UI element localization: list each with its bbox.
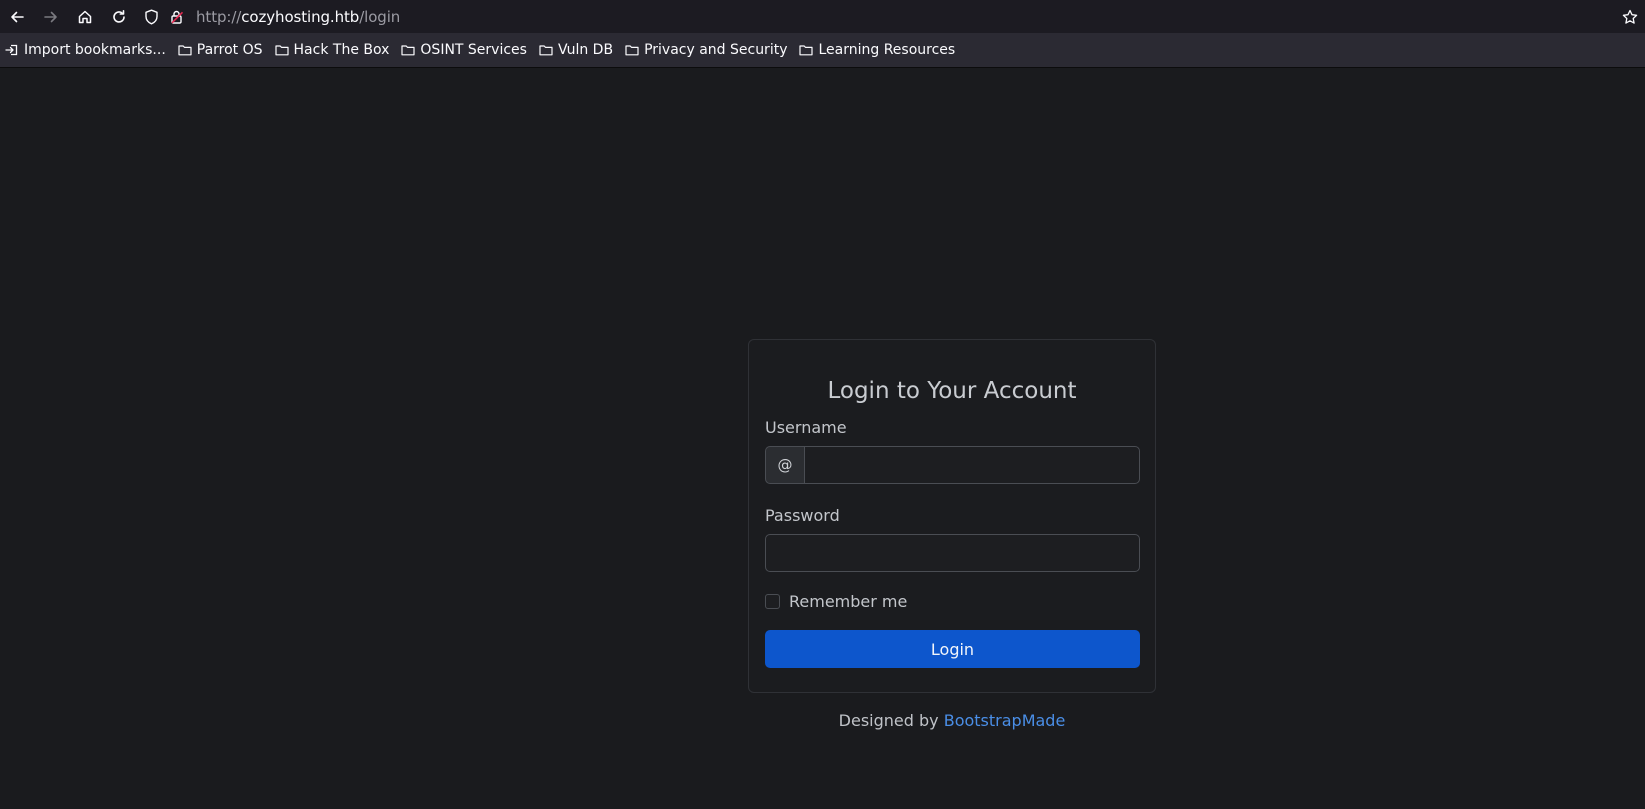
password-input[interactable] [765, 534, 1140, 572]
folder-icon [625, 43, 639, 57]
username-label: Username [765, 418, 847, 437]
at-sign-prefix: @ [765, 446, 804, 484]
bookmark-folder-privacy-and-security[interactable]: Privacy and Security [625, 37, 787, 63]
remember-me-checkbox[interactable] [765, 594, 780, 609]
folder-icon [401, 43, 416, 57]
import-icon [5, 43, 19, 57]
star-icon [1622, 9, 1638, 24]
bookmark-label: Import bookmarks... [24, 42, 166, 58]
credits: Designed by BootstrapMade [748, 711, 1156, 730]
back-button[interactable] [0, 0, 34, 33]
remember-me-row: Remember me [765, 592, 1139, 611]
folder-icon [178, 43, 192, 57]
home-button[interactable] [68, 0, 102, 33]
browser-toolbar: http://cozyhosting.htb/login [0, 0, 1645, 33]
password-label: Password [765, 506, 840, 525]
shield-icon [144, 9, 158, 24]
bookmark-folder-parrot-os[interactable]: Parrot OS [178, 37, 263, 63]
home-icon [78, 10, 92, 23]
insecure-lock-icon [171, 10, 184, 24]
bookmark-folder-vuln-db[interactable]: Vuln DB [539, 37, 613, 63]
bookmark-label: OSINT Services [420, 42, 527, 58]
bookmark-label: Hack The Box [293, 42, 390, 58]
bookmark-folder-learning-resources[interactable]: Learning Resources [799, 37, 955, 63]
login-button[interactable]: Login [765, 630, 1140, 668]
login-card: Login to Your Account Username @ Passwor… [748, 339, 1156, 693]
username-input[interactable] [804, 446, 1140, 484]
reload-icon [113, 9, 125, 23]
folder-icon [539, 43, 553, 57]
bookmark-import[interactable]: Import bookmarks... [5, 37, 166, 63]
page-content: Login to Your Account Username @ Passwor… [0, 69, 1645, 809]
bookmarks-toolbar: Import bookmarks... Parrot OS Hack The B… [0, 33, 1645, 68]
reload-button[interactable] [102, 0, 136, 33]
forward-arrow-icon [44, 11, 57, 22]
bootstrapmade-link[interactable]: BootstrapMade [944, 711, 1066, 730]
address-bar[interactable]: http://cozyhosting.htb/login [138, 0, 1645, 33]
bookmark-label: Privacy and Security [644, 42, 788, 58]
url-host: cozyhosting.htb [241, 7, 360, 26]
folder-icon [799, 43, 814, 57]
bookmark-label: Learning Resources [818, 42, 956, 58]
designed-by-text: Designed by [838, 711, 939, 730]
bookmark-folder-hack-the-box[interactable]: Hack The Box [274, 37, 390, 63]
bookmark-folder-osint-services[interactable]: OSINT Services [401, 37, 527, 63]
bookmark-page-button[interactable] [1615, 0, 1645, 33]
url-path: /login [359, 7, 401, 26]
folder-icon [274, 43, 289, 57]
back-arrow-icon [11, 11, 24, 22]
remember-me-label[interactable]: Remember me [789, 592, 907, 611]
bookmark-label: Parrot OS [196, 42, 263, 58]
forward-button[interactable] [34, 0, 68, 33]
url-scheme: http:// [196, 7, 242, 26]
site-security-button[interactable] [164, 0, 190, 33]
login-title: Login to Your Account [827, 378, 1077, 404]
username-input-group: @ [765, 446, 1140, 484]
bookmark-label: Vuln DB [557, 42, 614, 58]
url-text[interactable]: http://cozyhosting.htb/login [196, 8, 400, 26]
tracking-protection-button[interactable] [138, 0, 164, 33]
